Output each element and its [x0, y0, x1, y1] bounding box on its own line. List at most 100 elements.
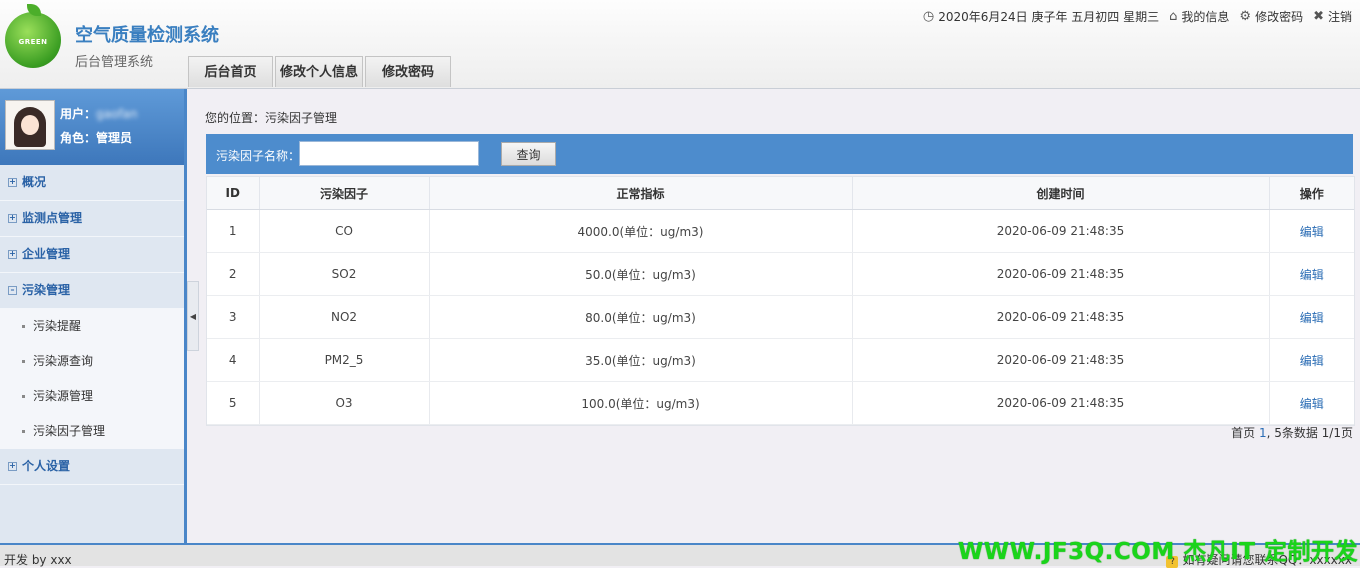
search-bar: 污染因子名称： 查询: [206, 134, 1353, 174]
factor-table: ID 污染因子 正常指标 创建时间 操作 1 CO 4000.0(单位：ug/m…: [206, 176, 1355, 426]
user-box: 用户：gaofan 角色：管理员: [0, 89, 184, 165]
close-icon: ✖: [1313, 9, 1324, 24]
sidebar-item-personal-settings[interactable]: + 个人设置: [0, 449, 184, 485]
col-header-created: 创建时间: [852, 177, 1270, 210]
change-password-link[interactable]: ⚙ 修改密码: [1239, 8, 1303, 25]
cell-standard: 80.0(单位：ug/m3): [429, 295, 853, 339]
table-row: 2 SO2 50.0(单位：ug/m3) 2020-06-09 21:48:35…: [207, 252, 1354, 296]
gear-icon: ⚙: [1239, 9, 1252, 24]
cell-id: 4: [207, 338, 260, 382]
role-name: 管理员: [96, 131, 133, 145]
main-content: 您的位置：污染因子管理 污染因子名称： 查询 ID 污染因子 正常指标 创建时间…: [190, 89, 1360, 543]
expand-icon: +: [8, 213, 17, 223]
sidebar: 用户：gaofan 角色：管理员 + 概况 + 监测点管理 + 企业管理 – 污染管理 …: [0, 89, 187, 543]
cell-factor: SO2: [259, 252, 430, 296]
leaf-icon: [27, 4, 41, 16]
sidebar-item-label: 监测点管理: [22, 211, 83, 225]
footer-credit: 开发 by xxx: [4, 553, 72, 567]
sidebar-item-label: 个人设置: [22, 459, 71, 473]
pagination-summary: , 5条数据 1/1页: [1266, 426, 1353, 440]
logout-label: 注销: [1327, 10, 1352, 24]
system-title: 空气质量检测系统: [75, 25, 219, 46]
breadcrumb: 您的位置：污染因子管理: [205, 111, 338, 125]
tab-change-password[interactable]: 修改密码: [365, 56, 451, 87]
cell-factor: O3: [259, 381, 430, 425]
cell-created: 2020-06-09 21:48:35: [852, 252, 1270, 296]
sidebar-item-label: 污染管理: [22, 283, 71, 297]
col-header-standard: 正常指标: [429, 177, 853, 210]
cell-action: 编辑: [1269, 381, 1354, 425]
cell-action: 编辑: [1269, 209, 1354, 253]
cell-id: 5: [207, 381, 260, 425]
expand-icon: +: [8, 249, 17, 259]
logo-text: GREEN: [18, 38, 48, 46]
col-header-factor: 污染因子: [259, 177, 430, 210]
sidebar-item-monitoring-points[interactable]: + 监测点管理: [0, 201, 184, 237]
cell-standard: 100.0(单位：ug/m3): [429, 381, 853, 425]
sidebar-item-pollution[interactable]: – 污染管理: [0, 273, 184, 309]
cell-created: 2020-06-09 21:48:35: [852, 381, 1270, 425]
sidebar-subitem-factor-manage[interactable]: 污染因子管理: [0, 414, 184, 449]
cell-created: 2020-06-09 21:48:35: [852, 295, 1270, 339]
current-page[interactable]: 1: [1259, 426, 1267, 440]
home-icon: ⌂: [1169, 9, 1178, 24]
table-row: 4 PM2_5 35.0(单位：ug/m3) 2020-06-09 21:48:…: [207, 338, 1354, 382]
role-line: 角色：管理员: [60, 129, 132, 146]
sidebar-item-overview[interactable]: + 概况: [0, 165, 184, 201]
system-subtitle: 后台管理系统: [75, 55, 154, 70]
cell-id: 2: [207, 252, 260, 296]
tab-edit-profile[interactable]: 修改个人信息: [275, 56, 363, 87]
cell-id: 1: [207, 209, 260, 253]
cell-standard: 35.0(单位：ug/m3): [429, 338, 853, 382]
tab-home[interactable]: 后台首页: [188, 56, 273, 87]
sidebar-subitem-source-query[interactable]: 污染源查询: [0, 344, 184, 379]
change-password-label: 修改密码: [1255, 10, 1304, 24]
datetime-text: 2020年6月24日 庚子年 五月初四 星期三: [938, 10, 1160, 24]
role-label: 角色：: [60, 131, 97, 145]
cell-action: 编辑: [1269, 295, 1354, 339]
bullet-icon: [22, 325, 25, 328]
table-row: 1 CO 4000.0(单位：ug/m3) 2020-06-09 21:48:3…: [207, 209, 1354, 253]
col-header-action: 操作: [1269, 177, 1354, 210]
sidebar-subitem-pollution-alert[interactable]: 污染提醒: [0, 309, 184, 344]
watermark-banner: WWW.JF3Q.COM 杰凡IT 定制开发: [957, 539, 1358, 565]
user-line: 用户：gaofan: [60, 105, 138, 122]
edit-link[interactable]: 编辑: [1300, 268, 1324, 282]
cell-action: 编辑: [1269, 338, 1354, 382]
sidebar-item-enterprise[interactable]: + 企业管理: [0, 237, 184, 273]
expand-icon: +: [8, 461, 17, 471]
edit-link[interactable]: 编辑: [1300, 311, 1324, 325]
table-row: 5 O3 100.0(单位：ug/m3) 2020-06-09 21:48:35…: [207, 381, 1354, 425]
logout-link[interactable]: ✖ 注销: [1313, 8, 1352, 25]
edit-link[interactable]: 编辑: [1300, 354, 1324, 368]
search-label: 污染因子名称：: [216, 149, 301, 163]
cell-standard: 4000.0(单位：ug/m3): [429, 209, 853, 253]
bullet-icon: [22, 430, 25, 433]
search-button[interactable]: 查询: [501, 142, 556, 166]
edit-link[interactable]: 编辑: [1300, 397, 1324, 411]
header: GREEN 空气质量检测系统 后台管理系统 后台首页 修改个人信息 修改密码 ◷…: [0, 0, 1360, 89]
user-name: gaofan: [96, 107, 138, 121]
sidebar-item-label: 企业管理: [22, 247, 71, 261]
cell-action: 编辑: [1269, 252, 1354, 296]
first-page-link[interactable]: 首页: [1231, 426, 1255, 440]
sidebar-subitem-label: 污染源查询: [33, 354, 94, 368]
top-tabs: 后台首页 修改个人信息 修改密码: [188, 56, 453, 88]
col-header-id: ID: [207, 177, 260, 210]
edit-link[interactable]: 编辑: [1300, 225, 1324, 239]
expand-icon: +: [8, 177, 17, 187]
sidebar-subitem-label: 污染源管理: [33, 389, 94, 403]
cell-id: 3: [207, 295, 260, 339]
sidebar-subitem-source-manage[interactable]: 污染源管理: [0, 379, 184, 414]
avatar: [5, 100, 55, 150]
cell-factor: CO: [259, 209, 430, 253]
cell-factor: NO2: [259, 295, 430, 339]
sidebar-subitem-label: 污染提醒: [33, 319, 82, 333]
bullet-icon: [22, 360, 25, 363]
avatar-face: [21, 115, 39, 135]
user-label: 用户：: [60, 107, 97, 121]
cell-factor: PM2_5: [259, 338, 430, 382]
my-info-link[interactable]: ⌂ 我的信息: [1169, 8, 1229, 25]
search-input[interactable]: [299, 141, 479, 166]
top-right-toolbar: ◷ 2020年6月24日 庚子年 五月初四 星期三 ⌂ 我的信息 ⚙ 修改密码 …: [913, 8, 1352, 25]
